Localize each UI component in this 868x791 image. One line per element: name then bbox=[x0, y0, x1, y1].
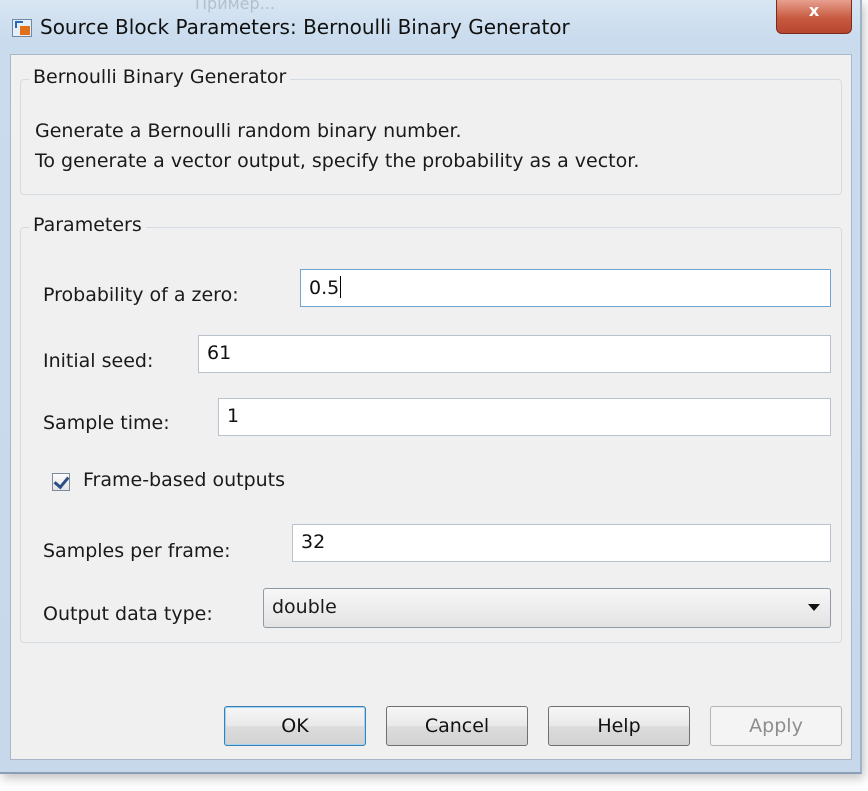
output-data-type-label: Output data type: bbox=[43, 603, 213, 625]
sample-time-input[interactable]: 1 bbox=[218, 398, 831, 436]
frame-based-label[interactable]: Frame-based outputs bbox=[83, 469, 285, 491]
parameters-group-title: Parameters bbox=[29, 214, 146, 236]
parameters-group: Parameters Probability of a zero: 0.5 In… bbox=[20, 214, 842, 643]
help-button[interactable]: Help bbox=[548, 706, 690, 746]
output-data-type-value: double bbox=[272, 596, 337, 618]
frame-based-checkbox[interactable] bbox=[52, 472, 70, 491]
window-title: Source Block Parameters: Bernoulli Binar… bbox=[40, 15, 570, 39]
probability-zero-input[interactable]: 0.5 bbox=[300, 269, 831, 307]
initial-seed-label: Initial seed: bbox=[43, 350, 154, 372]
initial-seed-input[interactable]: 61 bbox=[198, 335, 831, 373]
samples-per-frame-input[interactable]: 32 bbox=[292, 524, 831, 562]
checkmark-icon bbox=[53, 472, 70, 490]
description-line-2: To generate a vector output, specify the… bbox=[35, 150, 640, 172]
description-line-1: Generate a Bernoulli random binary numbe… bbox=[35, 120, 462, 142]
dialog-client-area: Bernoulli Binary Generator Generate a Be… bbox=[10, 54, 852, 760]
probability-zero-value: 0.5 bbox=[309, 277, 340, 299]
apply-button[interactable]: Apply bbox=[710, 706, 842, 746]
probability-zero-label: Probability of a zero: bbox=[43, 284, 239, 306]
samples-per-frame-label: Samples per frame: bbox=[43, 540, 231, 562]
simulink-block-icon bbox=[12, 19, 32, 37]
text-caret bbox=[340, 276, 342, 298]
dialog-window: Пример... Source Block Parameters: Berno… bbox=[0, 0, 862, 774]
output-data-type-select[interactable]: double bbox=[263, 588, 831, 628]
description-group-title: Bernoulli Binary Generator bbox=[29, 66, 291, 88]
cancel-button[interactable]: Cancel bbox=[386, 706, 528, 746]
close-icon[interactable]: x bbox=[776, 0, 852, 34]
description-group: Bernoulli Binary Generator Generate a Be… bbox=[20, 66, 842, 195]
ok-button[interactable]: OK bbox=[224, 706, 366, 746]
chevron-down-icon bbox=[808, 604, 820, 611]
title-bar[interactable]: Пример... Source Block Parameters: Berno… bbox=[0, 0, 860, 44]
sample-time-label: Sample time: bbox=[43, 412, 170, 434]
background-window-title: Пример... bbox=[195, 0, 275, 13]
